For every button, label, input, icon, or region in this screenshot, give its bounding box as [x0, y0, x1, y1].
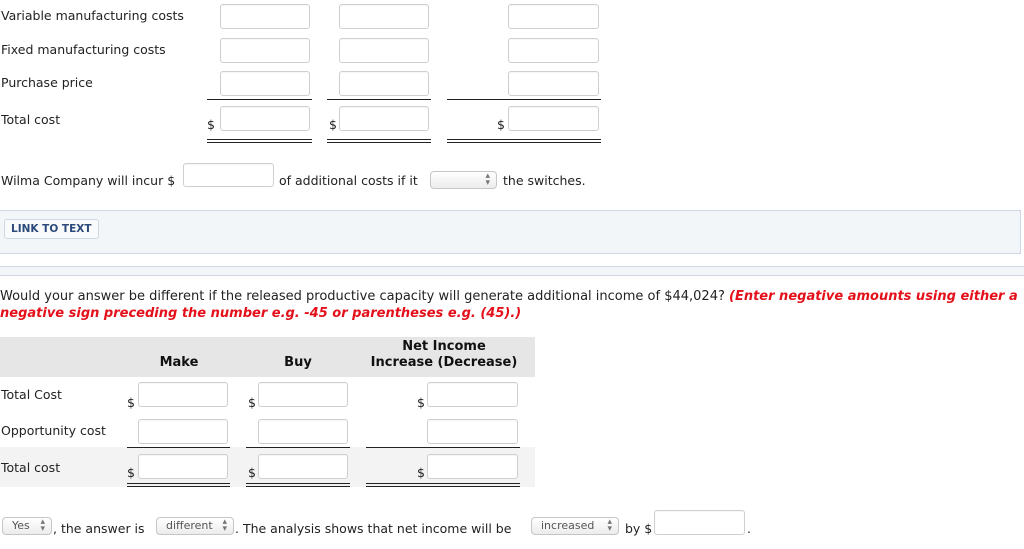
yes-no-select[interactable]: Yes ▴ ▾	[2, 517, 52, 535]
row-label-variable-manufacturing-costs: Variable manufacturing costs	[1, 8, 184, 23]
net2-subtotal-rule	[366, 447, 520, 448]
buy-total-cost-input-2[interactable]	[258, 382, 348, 407]
net-total-cost-input[interactable]	[508, 106, 599, 131]
buy-final-total-cost-input[interactable]	[258, 454, 348, 479]
make2-total-double-rule	[127, 483, 230, 487]
sentence1-suffix: the switches.	[503, 173, 586, 188]
yes-no-select-value: Yes	[12, 519, 30, 532]
make-fixed-costs-input[interactable]	[220, 38, 310, 63]
make-total-dollar-sign: $	[207, 117, 215, 132]
same-different-select-value: different	[166, 519, 213, 532]
row-label-opportunity-cost: Opportunity cost	[1, 423, 106, 438]
section-separator	[0, 266, 1024, 276]
make2-subtotal-rule	[127, 447, 230, 448]
conclusion-text4: .	[747, 521, 751, 536]
make-subtotal-rule	[207, 99, 312, 100]
conclusion-text1: , the answer is	[53, 521, 145, 536]
make-variable-costs-input[interactable]	[220, 4, 310, 29]
buy-fixed-costs-input[interactable]	[339, 38, 429, 63]
buy-total-dollar-sign: $	[329, 117, 337, 132]
question-prompt: Would your answer be different if the re…	[0, 289, 725, 304]
buy-opportunity-cost-input[interactable]	[258, 419, 348, 444]
net-total-cost-input-2[interactable]	[427, 382, 518, 407]
net-total-double-rule	[447, 139, 601, 143]
net-purchase-price-input[interactable]	[508, 71, 599, 96]
conclusion-text3: by $	[625, 521, 653, 536]
row-label-total-cost-2: Total Cost	[1, 387, 62, 402]
sentence1-prefix: Wilma Company will incur $	[1, 173, 176, 188]
net-opportunity-cost-input[interactable]	[427, 419, 518, 444]
make-opportunity-cost-input[interactable]	[138, 419, 228, 444]
net2-total-double-rule	[366, 483, 520, 487]
buy2-final-dollar-sign: $	[248, 465, 256, 480]
increased-decreased-select[interactable]: increased ▴ ▾	[531, 517, 619, 535]
net-income-change-amount-input[interactable]	[654, 510, 745, 535]
select-arrows-icon: ▴ ▾	[222, 517, 227, 534]
buy-total-cost-input[interactable]	[339, 106, 429, 131]
question-text: Would your answer be different if the re…	[0, 288, 1024, 322]
header-buy: Buy	[284, 355, 312, 370]
make-or-buy-select[interactable]: ▴ ▾	[430, 171, 497, 189]
additional-costs-amount-input[interactable]	[183, 163, 274, 187]
sentence1-middle: of additional costs if it	[279, 173, 418, 188]
make2-total-dollar-sign: $	[127, 395, 135, 410]
conclusion-text2: . The analysis shows that net income wil…	[235, 521, 512, 536]
link-to-text-bar: LINK TO TEXT	[0, 210, 1021, 254]
net2-total-dollar-sign: $	[417, 395, 425, 410]
net-total-dollar-sign: $	[497, 117, 505, 132]
net-final-total-cost-input[interactable]	[427, 454, 518, 479]
increased-decreased-select-value: increased	[541, 519, 595, 532]
make-final-total-cost-input[interactable]	[138, 454, 228, 479]
make-total-cost-input-2[interactable]	[138, 382, 228, 407]
buy-subtotal-rule	[327, 99, 431, 100]
row-label-fixed-manufacturing-costs: Fixed manufacturing costs	[1, 42, 166, 57]
same-different-select[interactable]: different ▴ ▾	[156, 517, 234, 535]
row-label-total-cost: Total cost	[1, 112, 61, 127]
header-make: Make	[159, 355, 199, 370]
net-subtotal-rule	[447, 99, 601, 100]
header-net-income-line2: Increase (Decrease)	[370, 355, 518, 370]
header-net-income-line1: Net Income	[402, 339, 486, 354]
net-fixed-costs-input[interactable]	[508, 38, 599, 63]
make-total-cost-input[interactable]	[220, 106, 310, 131]
net-variable-costs-input[interactable]	[508, 4, 599, 29]
make-total-double-rule	[207, 139, 312, 143]
buy-variable-costs-input[interactable]	[339, 4, 429, 29]
net2-final-dollar-sign: $	[417, 465, 425, 480]
select-arrows-icon: ▴ ▾	[485, 171, 490, 188]
buy-purchase-price-input[interactable]	[339, 71, 429, 96]
buy2-total-double-rule	[246, 483, 350, 487]
select-arrows-icon: ▴ ▾	[607, 517, 612, 534]
buy2-total-dollar-sign: $	[248, 395, 256, 410]
make-purchase-price-input[interactable]	[220, 71, 310, 96]
select-arrows-icon: ▴ ▾	[40, 517, 45, 534]
make2-final-dollar-sign: $	[127, 465, 135, 480]
buy-total-double-rule	[327, 139, 431, 143]
row-label-purchase-price: Purchase price	[1, 75, 93, 90]
buy2-subtotal-rule	[246, 447, 350, 448]
link-to-text-button[interactable]: LINK TO TEXT	[4, 219, 99, 239]
row-label-total-cost-3: Total cost	[1, 460, 61, 475]
